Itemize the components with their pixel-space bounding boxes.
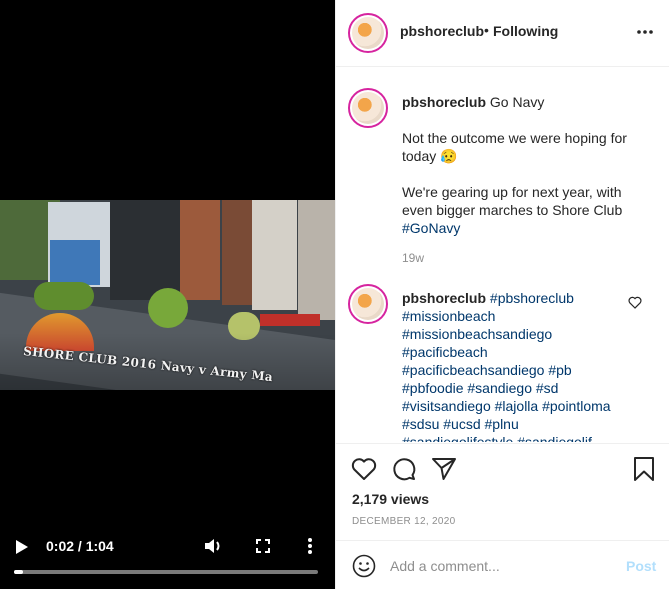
- caption-line-2: We're gearing up for next year, with eve…: [402, 184, 623, 218]
- caption-avatar[interactable]: [348, 88, 388, 128]
- video-time: 0:02 / 1:04: [46, 538, 114, 554]
- avatar[interactable]: [348, 13, 388, 53]
- view-count[interactable]: 2,179 views: [352, 491, 429, 507]
- post-date[interactable]: DECEMBER 12, 2020: [352, 516, 455, 527]
- bookmark-icon[interactable]: [631, 456, 657, 482]
- heart-icon[interactable]: [351, 456, 377, 482]
- video-player[interactable]: SHORE CLUB 2016 Navy v Army Ma 0:02 / 1:…: [0, 0, 335, 589]
- caption-hashtag[interactable]: #GoNavy: [402, 220, 460, 236]
- add-comment-bar: Post: [336, 540, 669, 589]
- caption-title: Go Navy: [489, 94, 545, 110]
- post-header: pbshoreclub • Following: [336, 0, 669, 67]
- caption-age[interactable]: 19w: [402, 251, 424, 265]
- paper-plane-icon[interactable]: [431, 456, 457, 482]
- follow-status-button[interactable]: Following: [493, 23, 558, 39]
- comment-like-heart-icon[interactable]: [628, 296, 642, 309]
- post-comment-button[interactable]: Post: [626, 558, 656, 574]
- more-horizontal-icon[interactable]: [636, 25, 654, 39]
- post-side-panel: pbshoreclub • Following pbshoreclub Go N…: [335, 0, 669, 589]
- comment-input[interactable]: [390, 554, 610, 578]
- comments-section[interactable]: pbshoreclub Go Navy Not the outcome we w…: [336, 68, 669, 442]
- comment-bubble-icon[interactable]: [391, 456, 417, 482]
- video-controls: 0:02 / 1:04: [0, 530, 335, 589]
- caption-line-1: Not the outcome we were hoping for today…: [402, 130, 627, 164]
- comment-hashtags[interactable]: #pbshoreclub #missionbeach #missionbeach…: [402, 290, 611, 442]
- comment-author[interactable]: pbshoreclub: [402, 290, 486, 306]
- video-progress-fill: [14, 570, 24, 574]
- caption-author[interactable]: pbshoreclub: [402, 94, 486, 110]
- author-username[interactable]: pbshoreclub: [400, 23, 484, 39]
- more-vertical-icon[interactable]: [303, 537, 317, 555]
- caption: pbshoreclub Go Navy Not the outcome we w…: [402, 93, 652, 237]
- comment-avatar[interactable]: [348, 284, 388, 324]
- smiley-icon[interactable]: [352, 554, 376, 578]
- comment-item: pbshoreclub #pbshoreclub #missionbeach #…: [402, 289, 632, 442]
- separator-dot: •: [484, 22, 489, 38]
- volume-icon[interactable]: [205, 538, 223, 554]
- play-icon[interactable]: [16, 540, 28, 554]
- fullscreen-icon[interactable]: [256, 539, 270, 553]
- video-progress-bar[interactable]: [14, 570, 318, 574]
- post-actions: 2,179 views DECEMBER 12, 2020: [336, 443, 669, 539]
